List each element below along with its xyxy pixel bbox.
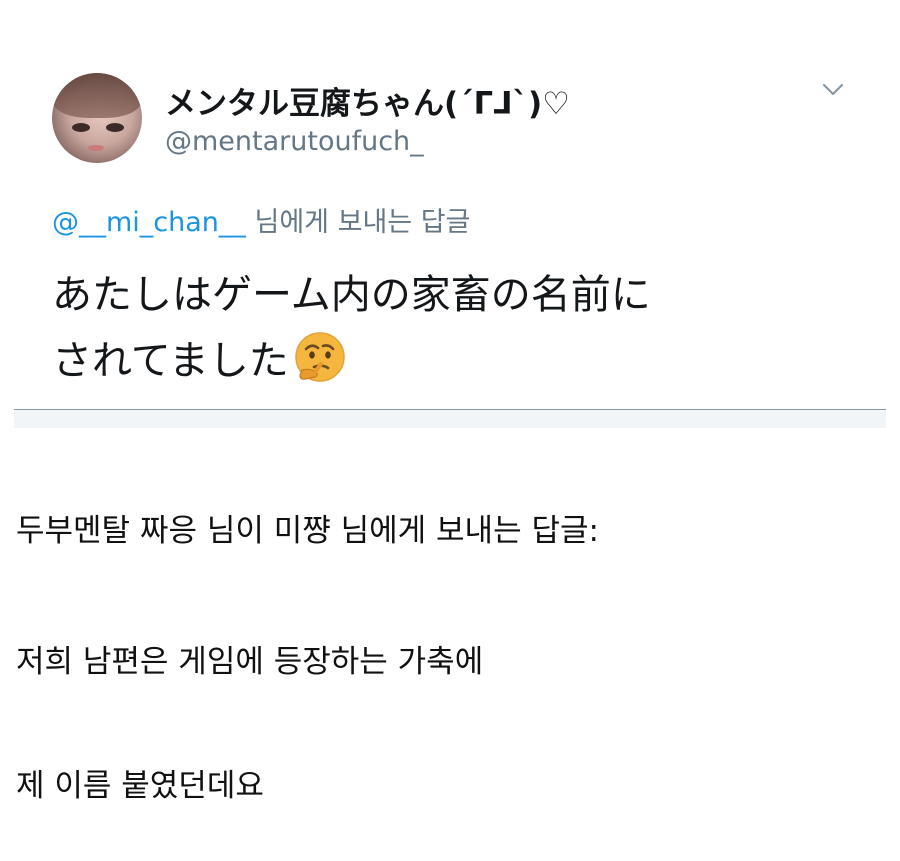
avatar-lips [88, 145, 104, 151]
translation-line-2: 저희 남편은 게임에 등장하는 가축에 [16, 644, 484, 680]
avatar[interactable] [52, 73, 142, 163]
chevron-down-icon[interactable] [821, 80, 845, 100]
avatar-eye-left [72, 123, 90, 132]
avatar-hair [52, 73, 142, 118]
translation-line-1: 두부멘탈 짜응 님이 미쨩 님에게 보내는 답글: [16, 513, 599, 549]
thinking-face-icon [295, 332, 345, 382]
tweet-text-line-2-wrap: されてました [52, 328, 852, 394]
tweet-text: あたしはゲーム内の家畜の名前に されてました [52, 262, 852, 394]
display-name[interactable]: メンタル豆腐ちゃん(´ᒥᒧ`)♡ [165, 78, 570, 123]
translation-line-3: 제 이름 붙였던데요 [16, 768, 264, 804]
reply-mention-link[interactable]: @__mi_chan__ [52, 207, 246, 238]
avatar-eye-right [106, 123, 124, 132]
tweet-divider-shade [14, 410, 886, 428]
user-handle[interactable]: @mentarutoufuch_ [165, 126, 424, 157]
reply-context: @__mi_chan__ 님에게 보내는 답글 [52, 200, 470, 239]
tweet-card: メンタル豆腐ちゃん(´ᒥᒧ`)♡ @mentarutoufuch_ @__mi_… [0, 0, 900, 430]
tweet-text-line-2: されてました [52, 338, 289, 384]
reply-context-label: 님에게 보내는 답글 [245, 207, 471, 238]
tweet-text-line-1: あたしはゲーム内の家畜の名前に [52, 272, 651, 318]
